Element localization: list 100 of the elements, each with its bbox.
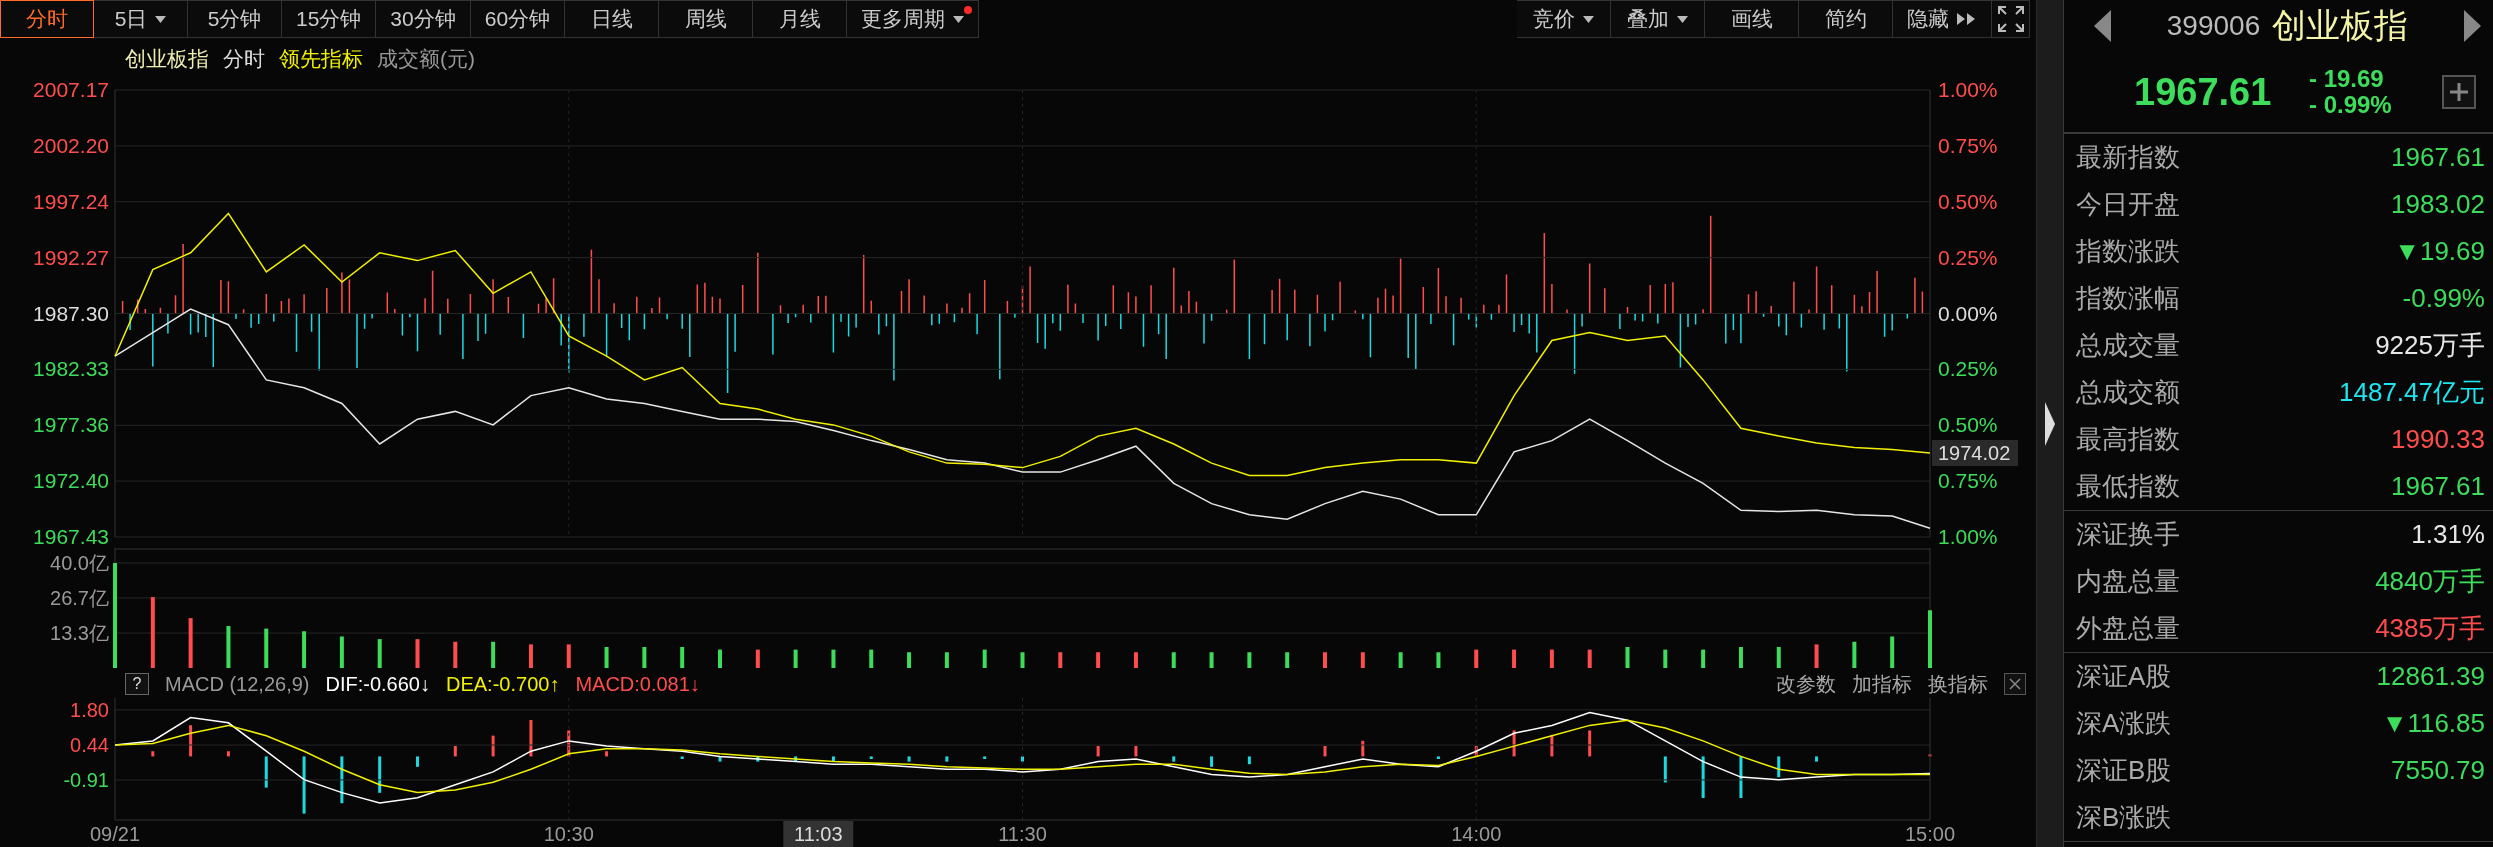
stat-label: 指数涨幅 <box>2076 282 2180 315</box>
toolbar-button[interactable]: 隐藏 <box>1893 0 1992 38</box>
stat-label: 最新指数 <box>2076 141 2180 174</box>
double-arrow-icon <box>1957 12 1977 26</box>
histogram-bar <box>718 756 722 762</box>
volume-bar <box>1549 649 1554 668</box>
indicator-action[interactable]: 改参数 <box>1776 670 1836 698</box>
stat-label: 今日开盘 <box>2076 188 2180 221</box>
histogram-bar <box>605 751 609 757</box>
volume-bar <box>491 641 496 668</box>
axis-label: 0.50% <box>1938 413 1998 437</box>
period-tab[interactable]: 月线 <box>753 0 848 38</box>
toolbar-button[interactable]: 叠加 <box>1611 0 1705 38</box>
histogram-bar <box>226 751 230 757</box>
volume-bar <box>1436 652 1441 668</box>
previous-icon[interactable] <box>2094 10 2112 42</box>
stat-value: 1.31% <box>2411 519 2485 550</box>
histogram-bar <box>529 720 533 757</box>
histogram-bar <box>680 756 684 759</box>
stat-label: 最高指数 <box>2076 423 2180 456</box>
period-tab[interactable]: 5日 <box>94 0 188 38</box>
caret-icon <box>953 15 965 23</box>
fullscreen-button[interactable] <box>1992 0 2030 38</box>
volume-bar <box>1398 652 1403 668</box>
volume-bar <box>944 652 949 668</box>
histogram-bar <box>1134 746 1138 757</box>
index-code: 399006 <box>2166 10 2261 42</box>
indicator-action[interactable]: 换指标 <box>1928 670 1988 698</box>
volume-bar <box>264 628 269 668</box>
toolbar-button[interactable]: 竞价 <box>1517 0 1611 38</box>
axis-label: 0.75% <box>1938 133 1998 157</box>
stat-label: 外盘总量 <box>2076 612 2180 645</box>
volume-bar <box>1852 641 1857 668</box>
histogram-bar <box>1701 756 1705 798</box>
axis-label: 13.3亿 <box>50 622 109 645</box>
volume-bar <box>1890 636 1895 668</box>
stat-label: 最低指数 <box>2076 470 2180 503</box>
histogram-bar <box>340 756 344 804</box>
period-tab[interactable]: 60分钟 <box>470 0 566 38</box>
close-button[interactable] <box>2004 673 2026 695</box>
indicator-reading: DIF:-0.660↓ <box>325 672 430 696</box>
next-icon[interactable] <box>2463 10 2481 42</box>
axis-label: 40.0亿 <box>50 552 109 574</box>
period-tab[interactable]: 30分钟 <box>376 0 471 38</box>
volume-bar <box>1285 652 1290 668</box>
volume-bar <box>188 618 193 668</box>
volume-bar <box>907 652 912 668</box>
period-tab[interactable]: 更多周期 <box>847 0 980 38</box>
histogram-bar <box>1739 756 1743 798</box>
period-tab[interactable]: 日线 <box>565 0 660 38</box>
period-tab[interactable]: 周线 <box>659 0 754 38</box>
volume-bar <box>1474 649 1479 668</box>
axis-label: 0.75% <box>1938 469 1998 493</box>
stat-label: 总成交量 <box>2076 329 2180 362</box>
histogram-bar <box>264 756 268 788</box>
histogram-bar <box>189 725 193 757</box>
axis-label: 1987.30 <box>33 301 109 325</box>
collapse-handle[interactable] <box>2036 0 2064 847</box>
stat-value: 1990.33 <box>2391 424 2485 455</box>
plus-icon <box>2449 82 2469 102</box>
cursor-time-label: 11:03 <box>783 821 854 847</box>
volume-bar <box>1738 647 1743 668</box>
period-tab[interactable]: 分时 <box>0 0 94 38</box>
histogram-bar <box>1436 756 1440 759</box>
index-name: 创业板指 <box>2272 5 2409 46</box>
volume-bar <box>1625 647 1630 668</box>
indicator-action[interactable]: 加指标 <box>1852 670 1912 698</box>
axis-label: 2002.20 <box>33 133 109 157</box>
histogram-bar <box>945 756 949 762</box>
triangle-icon <box>2044 401 2056 446</box>
period-tab[interactable]: 15分钟 <box>282 0 377 38</box>
volume-bar <box>150 597 155 668</box>
volume-bar <box>982 649 987 668</box>
stat-value: 12861.39 <box>2376 661 2485 692</box>
help-button[interactable]: ? <box>125 673 149 695</box>
volume-bar <box>793 649 798 668</box>
histogram-bar <box>1172 756 1176 762</box>
indicator-reading: DEA:-0.700↑ <box>446 672 560 696</box>
volume-bar <box>869 649 874 668</box>
volume-bar <box>1096 652 1101 668</box>
caret-icon <box>155 15 167 23</box>
axis-label: 0.25% <box>1938 245 1998 269</box>
histogram-bar <box>1210 756 1214 767</box>
toolbar-button[interactable]: 简约 <box>1799 0 1893 38</box>
volume-bar <box>1058 652 1063 668</box>
histogram-bar <box>1512 730 1516 757</box>
stat-value: 1967.61 <box>2391 142 2485 173</box>
axis-label: 26.7亿 <box>50 586 109 609</box>
toolbar-button[interactable]: 画线 <box>1705 0 1799 38</box>
stat-value: ▼19.69 <box>2394 236 2485 267</box>
histogram-bar <box>416 756 419 767</box>
axis-label: 0.44 <box>70 734 109 757</box>
stat-label: 深证换手 <box>2076 518 2180 551</box>
stat-value: 9225万手 <box>2375 329 2485 362</box>
add-button[interactable] <box>2442 75 2476 109</box>
time-label: 10:30 <box>543 823 594 845</box>
price-change: - 19.69 <box>2309 65 2385 92</box>
period-tab[interactable]: 5分钟 <box>188 0 282 38</box>
indicator-reading: MACD:0.081↓ <box>575 672 700 696</box>
volume-bar <box>339 636 344 668</box>
